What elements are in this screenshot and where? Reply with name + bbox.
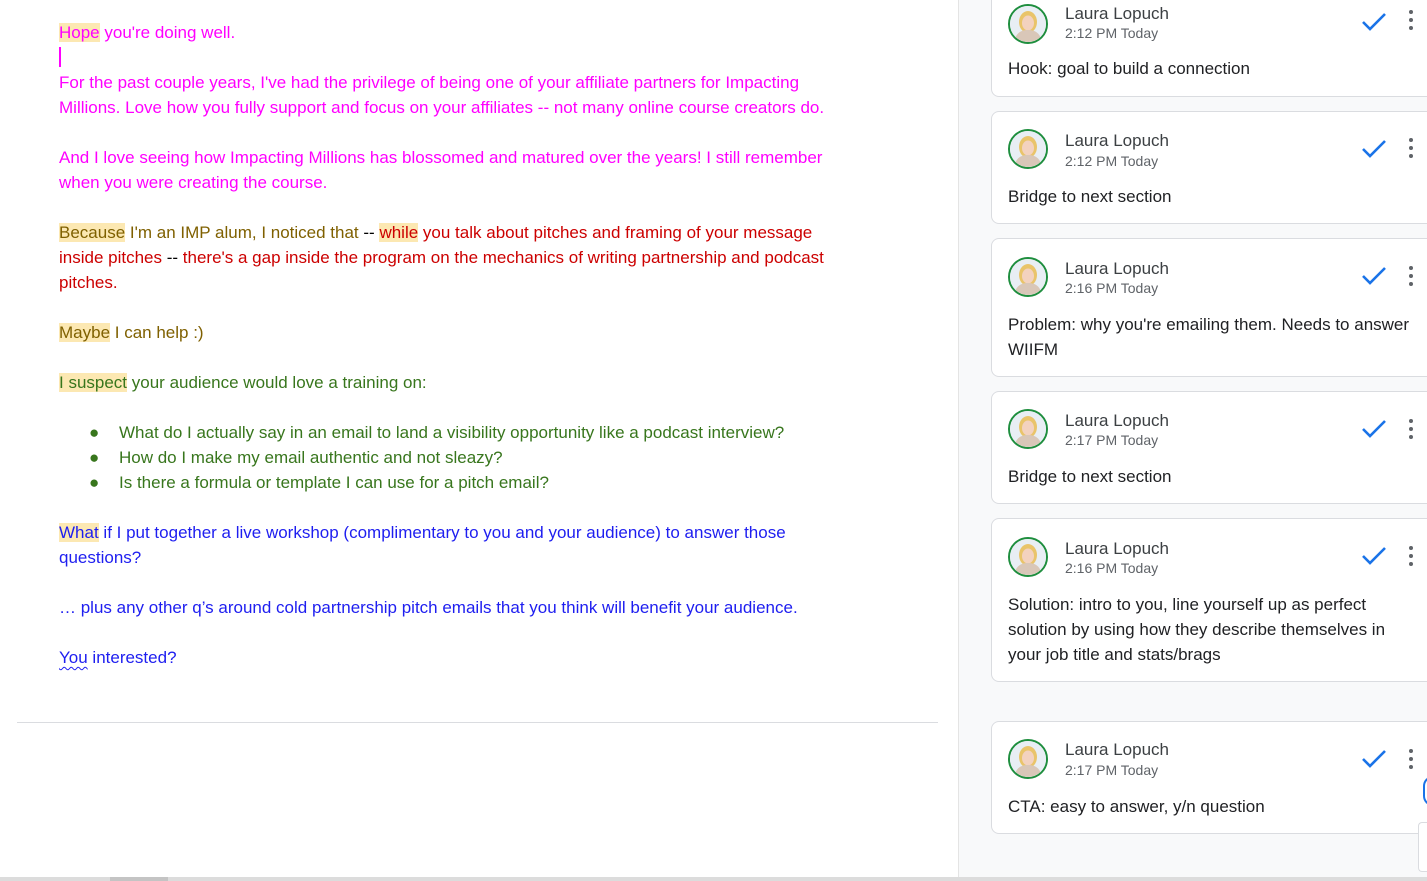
- paragraph-solution: What if I put together a live workshop (…: [59, 520, 859, 570]
- comment-time: 2:17 PM Today: [1065, 432, 1159, 448]
- comment-author: Laura Lopuch: [1065, 259, 1169, 278]
- avatar-icon: [1008, 257, 1048, 297]
- list-item: ● How do I make my email authentic and no…: [89, 445, 859, 470]
- paragraph-problem: Because I'm an IMP alum, I noticed that …: [59, 220, 859, 295]
- comment-card[interactable]: Laura Lopuch 2:12 PM Today Hook: goal to…: [991, 0, 1427, 97]
- comment-card[interactable]: Laura Lopuch 2:17 PM Today Bridge to nex…: [991, 391, 1427, 504]
- scrollbar-thumb[interactable]: [110, 877, 168, 881]
- list-item-text: How do I make my email authentic and not…: [119, 448, 503, 467]
- document-body[interactable]: Hope you're doing well. For the past cou…: [59, 20, 859, 695]
- paragraph-blossomed: And I love seeing how Impacting Millions…: [59, 148, 823, 192]
- avatar-icon: [1008, 409, 1048, 449]
- avatar-icon: [1008, 129, 1048, 169]
- highlight-anchor[interactable]: Maybe: [59, 323, 111, 342]
- check-icon[interactable]: [1361, 12, 1387, 32]
- comment-card[interactable]: Laura Lopuch 2:17 PM Today CTA: easy to …: [991, 721, 1427, 834]
- paragraph-text: interested?: [87, 648, 177, 667]
- bullet-icon: ●: [89, 423, 100, 442]
- paragraph-text: --: [363, 223, 375, 242]
- document-area[interactable]: Hope you're doing well. For the past cou…: [0, 0, 958, 881]
- more-vert-icon[interactable]: [1406, 546, 1416, 568]
- paragraph-maybe: Maybe I can help :): [59, 320, 859, 345]
- paragraph-affiliate: For the past couple years, I've had the …: [59, 73, 825, 117]
- highlight-anchor[interactable]: Hope: [59, 23, 100, 42]
- comment-author: Laura Lopuch: [1065, 131, 1169, 150]
- paragraph-suspect: I suspect your audience would love a tra…: [59, 370, 859, 395]
- comment-text: Hook: goal to build a connection: [1008, 59, 1250, 78]
- list-item-text: Is there a formula or template I can use…: [119, 473, 549, 492]
- check-icon[interactable]: [1361, 266, 1387, 286]
- paragraph-text: you're doing well.: [99, 23, 236, 42]
- paragraph-text: I can help :): [110, 323, 204, 342]
- avatar-icon: [1008, 739, 1048, 779]
- paragraph-text: I'm an IMP alum, I noticed that: [125, 223, 364, 242]
- comment-author: Laura Lopuch: [1065, 539, 1169, 558]
- paragraph-cta: You interested?: [59, 645, 859, 670]
- comment-text: Bridge to next section: [1008, 467, 1172, 486]
- check-icon[interactable]: [1361, 139, 1387, 159]
- comment-text: CTA: easy to answer, y/n question: [1008, 797, 1265, 816]
- more-vert-icon[interactable]: [1406, 266, 1416, 288]
- highlight-anchor[interactable]: while: [379, 223, 419, 242]
- page-break: [17, 722, 938, 723]
- list-item: ● Is there a formula or template I can us…: [89, 470, 859, 495]
- highlight-anchor[interactable]: What: [59, 523, 99, 542]
- more-vert-icon[interactable]: [1406, 138, 1416, 160]
- misspelled-word[interactable]: You: [59, 648, 88, 667]
- side-panel-toggle[interactable]: [1418, 822, 1427, 872]
- comment-card[interactable]: Laura Lopuch 2:16 PM Today Solution: int…: [991, 518, 1427, 682]
- comment-time: 2:12 PM Today: [1065, 153, 1159, 169]
- paragraph-text: --: [166, 248, 179, 267]
- comment-author: Laura Lopuch: [1065, 740, 1169, 759]
- more-vert-icon[interactable]: [1406, 10, 1416, 32]
- comment-card[interactable]: Laura Lopuch 2:12 PM Today Bridge to nex…: [991, 111, 1427, 224]
- highlight-anchor[interactable]: I suspect: [59, 373, 128, 392]
- comment-text: Solution: intro to you, line yourself up…: [1008, 595, 1386, 664]
- more-vert-icon[interactable]: [1406, 749, 1416, 771]
- paragraph-plus: … plus any other q’s around cold partner…: [59, 598, 798, 617]
- list-item: ● What do I actually say in an email to l…: [89, 420, 859, 445]
- paragraph-greeting: Hope you're doing well.: [59, 20, 859, 45]
- avatar-icon: [1008, 4, 1048, 44]
- more-vert-icon[interactable]: [1406, 419, 1416, 441]
- comment-card[interactable]: Laura Lopuch 2:16 PM Today Problem: why …: [991, 238, 1427, 377]
- text-cursor: [59, 47, 61, 67]
- comment-text: Problem: why you're emailing them. Needs…: [1008, 315, 1410, 359]
- check-icon[interactable]: [1361, 749, 1387, 769]
- bullet-icon: ●: [89, 473, 100, 492]
- comment-author: Laura Lopuch: [1065, 4, 1169, 23]
- comment-time: 2:12 PM Today: [1065, 25, 1159, 41]
- paragraph-text: if I put together a live workshop (compl…: [59, 523, 786, 567]
- list-item-text: What do I actually say in an email to la…: [119, 423, 785, 442]
- comment-time: 2:16 PM Today: [1065, 280, 1159, 296]
- bullet-list: ● What do I actually say in an email to l…: [59, 420, 859, 495]
- paragraph-text: your audience would love a training on:: [127, 373, 427, 392]
- comment-text: Bridge to next section: [1008, 187, 1172, 206]
- avatar-icon: [1008, 537, 1048, 577]
- comment-time: 2:17 PM Today: [1065, 762, 1159, 778]
- bullet-icon: ●: [89, 448, 100, 467]
- comment-author: Laura Lopuch: [1065, 411, 1169, 430]
- comment-time: 2:16 PM Today: [1065, 560, 1159, 576]
- horizontal-scrollbar[interactable]: [0, 877, 1427, 881]
- check-icon[interactable]: [1361, 546, 1387, 566]
- highlight-anchor[interactable]: Because: [59, 223, 126, 242]
- check-icon[interactable]: [1361, 419, 1387, 439]
